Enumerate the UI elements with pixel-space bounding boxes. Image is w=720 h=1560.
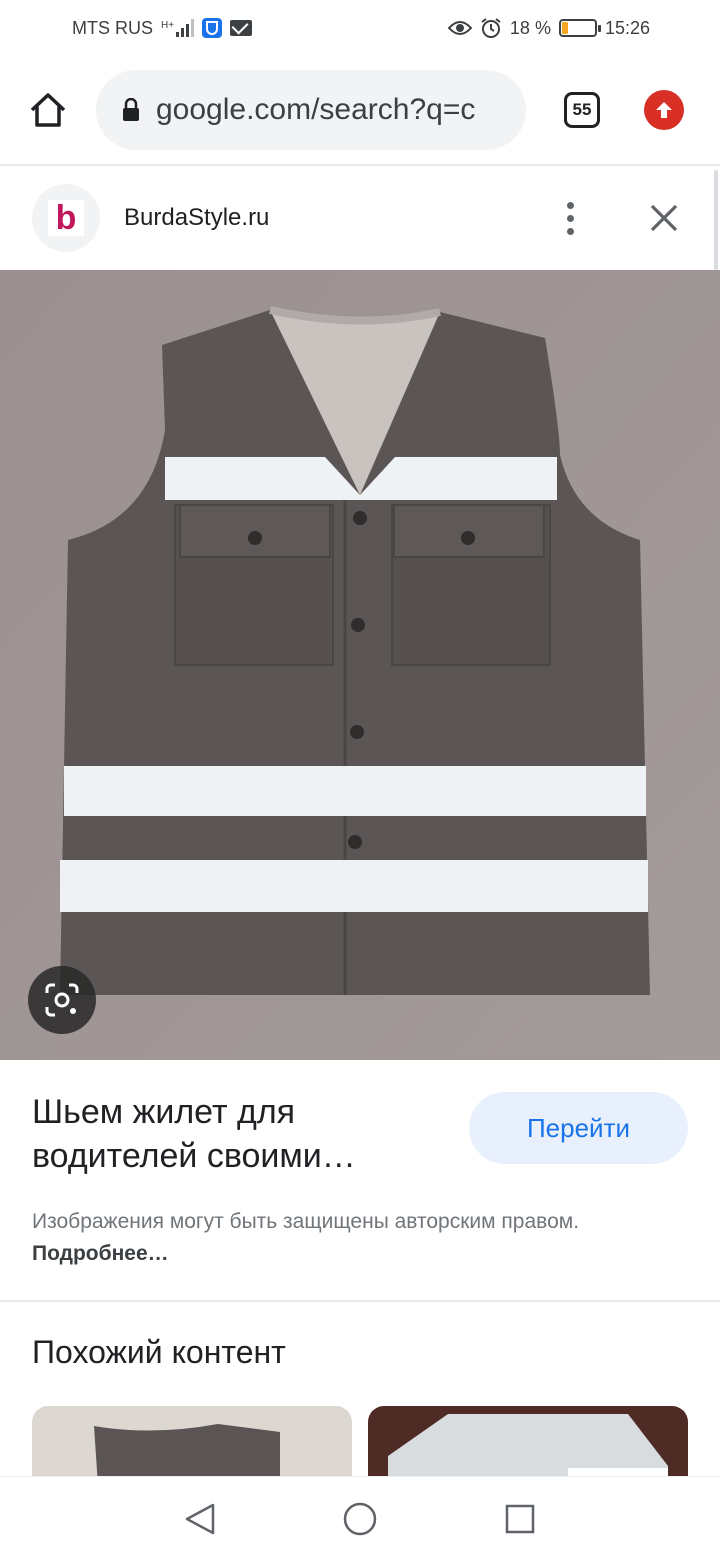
upload-icon[interactable] bbox=[644, 90, 684, 130]
eye-icon bbox=[447, 21, 472, 35]
address-bar[interactable]: google.com/search?q=c bbox=[96, 70, 526, 150]
home-button[interactable] bbox=[20, 82, 76, 138]
result-image[interactable] bbox=[0, 270, 720, 1060]
mail-icon bbox=[230, 20, 253, 36]
scrollbar[interactable] bbox=[714, 170, 718, 270]
copyright-notice: Изображения могут быть защищены авторски… bbox=[32, 1206, 672, 1270]
url-text: google.com/search?q=c bbox=[156, 93, 476, 126]
result-title[interactable]: Шьем жилет для водителей своими… bbox=[32, 1090, 452, 1178]
open-button[interactable]: Перейти bbox=[469, 1092, 688, 1164]
battery-percent: 18 % bbox=[509, 17, 551, 38]
tab-count: 55 bbox=[572, 100, 592, 119]
recents-icon[interactable] bbox=[500, 1499, 540, 1539]
vest-photo bbox=[0, 270, 720, 1060]
lock-icon bbox=[122, 98, 140, 122]
source-name[interactable]: BurdaStyle.ru bbox=[124, 204, 550, 232]
home-nav-icon[interactable] bbox=[340, 1499, 380, 1539]
status-bar: MTS RUS H+ 18 % 15:26 bbox=[0, 0, 720, 56]
open-button-label: Перейти bbox=[526, 1112, 631, 1143]
status-right: 18 % 15:26 bbox=[447, 17, 650, 39]
divider bbox=[0, 1300, 720, 1302]
status-left: MTS RUS H+ bbox=[72, 17, 253, 39]
source-header: b BurdaStyle.ru bbox=[0, 166, 720, 270]
similar-content-title: Похожий контент bbox=[32, 1334, 286, 1370]
site-favicon[interactable]: b bbox=[32, 184, 100, 252]
copyright-text: Изображения могут быть защищены авторски… bbox=[32, 1210, 580, 1233]
alarm-icon bbox=[481, 18, 501, 38]
close-icon[interactable] bbox=[640, 194, 688, 242]
browser-toolbar: google.com/search?q=c 55 bbox=[0, 56, 720, 166]
learn-more-link[interactable]: Подробнее… bbox=[32, 1242, 169, 1265]
shield-icon bbox=[202, 18, 223, 38]
network-tag: H+ bbox=[161, 19, 175, 31]
back-icon[interactable] bbox=[180, 1499, 220, 1539]
clock: 15:26 bbox=[604, 17, 650, 38]
similar-thumbnail[interactable] bbox=[32, 1406, 352, 1486]
favicon-letter: b bbox=[48, 199, 84, 237]
tab-switcher-button[interactable]: 55 bbox=[564, 92, 600, 128]
battery-level-fill bbox=[561, 22, 568, 34]
signal-icon bbox=[176, 19, 195, 37]
google-lens-icon[interactable] bbox=[28, 966, 96, 1034]
more-vert-icon[interactable] bbox=[550, 194, 590, 242]
system-nav-bar bbox=[0, 1476, 720, 1560]
similar-thumbnail[interactable] bbox=[368, 1406, 688, 1486]
battery-icon bbox=[558, 19, 601, 37]
carrier-label: MTS RUS bbox=[72, 17, 153, 38]
home-icon bbox=[30, 93, 66, 127]
